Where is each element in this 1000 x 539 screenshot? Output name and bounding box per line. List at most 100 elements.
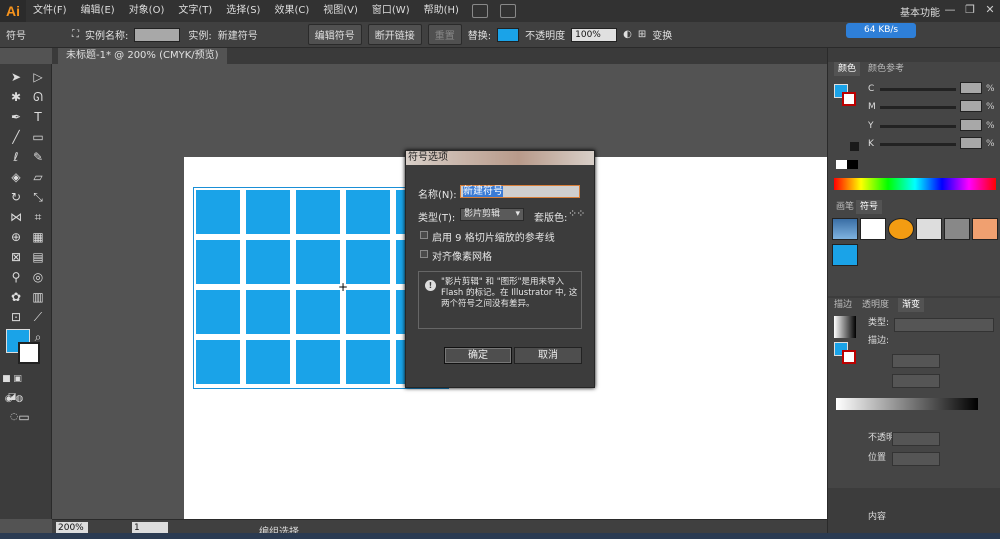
black-slider[interactable] [880, 143, 956, 146]
perspective-grid-tool-icon[interactable]: ▦ [28, 228, 48, 246]
pencil-tool-icon[interactable]: ✎ [28, 148, 48, 166]
column-graph-tool-icon[interactable]: ▥ [28, 288, 48, 306]
cyan-slider[interactable] [880, 88, 956, 91]
cyan-field[interactable] [960, 82, 982, 94]
none-white-black-swatches[interactable] [836, 160, 858, 169]
color-spectrum[interactable] [834, 178, 996, 190]
menu-view[interactable]: 视图(V) [316, 0, 365, 22]
eraser-tool-icon[interactable]: ▱ [28, 168, 48, 186]
gradient-opacity-field[interactable] [892, 432, 940, 446]
menu-file[interactable]: 文件(F) [26, 0, 74, 22]
magic-wand-tool-icon[interactable]: ✱ [6, 88, 26, 106]
opacity-label[interactable]: 不透明度 [525, 27, 565, 42]
color-mode-icons[interactable]: ■ ▣ ◪ [2, 370, 22, 402]
magenta-slider[interactable] [880, 106, 956, 109]
tab-transparency[interactable]: 透明度 [858, 298, 893, 312]
menu-help[interactable]: 帮助(H) [417, 0, 466, 22]
pen-tool-icon[interactable]: ✒ [6, 108, 26, 126]
type-tool-icon[interactable]: T [28, 108, 48, 126]
slice-tool-icon[interactable]: ⟋ [28, 308, 48, 326]
artboard-tool-icon[interactable]: ⊡ [6, 308, 26, 326]
tab-color[interactable]: 颜色 [834, 62, 861, 76]
registration-grid-icon[interactable]: ⁘⁘ [568, 207, 585, 220]
direct-selection-tool-icon[interactable]: ▷ [28, 68, 48, 86]
black-field[interactable] [960, 137, 982, 149]
restore-icon[interactable]: ❐ [960, 0, 980, 20]
gradient-aspect-field[interactable] [892, 374, 940, 388]
paintbrush-tool-icon[interactable]: ℓ [6, 148, 26, 166]
lasso-tool-icon[interactable]: ᘏ [28, 88, 48, 106]
mesh-tool-icon[interactable]: ⊠ [6, 248, 26, 266]
reset-button[interactable]: 重置 [427, 24, 462, 45]
menu-type[interactable]: 文字(T) [171, 0, 219, 22]
menu-object[interactable]: 对象(O) [122, 0, 172, 22]
panel-stroke-swatch[interactable] [842, 92, 856, 106]
line-tool-icon[interactable]: ╱ [6, 128, 26, 146]
symbol-thumb-1[interactable] [832, 218, 858, 240]
screen-mode-icon[interactable]: ▭ [14, 408, 34, 426]
symbol-thumb-2[interactable] [860, 218, 886, 240]
recolor-icon[interactable]: ◐ [623, 29, 632, 40]
symbol-name-input[interactable]: 新建符号 [460, 185, 580, 198]
instance-value: 新建符号 [217, 31, 258, 42]
gradient-type-select[interactable] [894, 318, 994, 332]
shape-builder-tool-icon[interactable]: ⊕ [6, 228, 26, 246]
menu-edit[interactable]: 编辑(E) [74, 0, 122, 22]
break-link-button[interactable]: 断开链接 [367, 24, 422, 45]
blob-brush-tool-icon[interactable]: ◈ [6, 168, 26, 186]
symbol-thumb-6[interactable] [972, 218, 998, 240]
align-icon[interactable]: ⊞ [638, 29, 646, 40]
replace-symbol-dropdown[interactable] [497, 27, 520, 42]
eyedropper-tool-icon[interactable]: ⚲ [6, 268, 26, 286]
tab-gradient[interactable]: 渐变 [898, 298, 925, 312]
symbol-type-select[interactable]: 影片剪辑 ▾ [460, 208, 524, 221]
tab-color-guide[interactable]: 颜色参考 [864, 62, 908, 76]
tab-brushes[interactable]: 画笔 [832, 200, 858, 214]
last-color-swatch[interactable] [850, 142, 859, 151]
stroke-swatch[interactable] [18, 342, 40, 364]
arrange-documents-icon[interactable] [499, 4, 516, 18]
symbol-sprayer-tool-icon[interactable]: ✿ [6, 288, 26, 306]
gradient-tool-icon[interactable]: ▤ [28, 248, 48, 266]
document-tab[interactable]: 未标题-1* @ 200% (CMYK/预览) [58, 48, 227, 64]
workspace-switcher[interactable]: 基本功能 [900, 4, 940, 19]
yellow-field[interactable] [960, 119, 982, 131]
tab-symbols[interactable]: 符号 [856, 200, 883, 214]
instance-name-field[interactable] [134, 27, 181, 42]
minimize-icon[interactable]: — [940, 0, 960, 20]
pixel-grid-checkbox[interactable] [420, 250, 428, 258]
instance-name-label: 实例名称: [85, 31, 129, 42]
menu-select[interactable]: 选择(S) [219, 0, 267, 22]
symbol-thumb-4[interactable] [916, 218, 942, 240]
gradient-preview[interactable] [834, 316, 856, 338]
menu-effect[interactable]: 效果(C) [267, 0, 316, 22]
selection-tool-icon[interactable]: ➤ [6, 68, 26, 86]
ok-button[interactable]: 确定 [444, 347, 512, 364]
nine-slice-checkbox[interactable] [420, 231, 428, 239]
blend-tool-icon[interactable]: ◎ [28, 268, 48, 286]
magenta-field[interactable] [960, 100, 982, 112]
gradient-location-field[interactable] [892, 452, 940, 466]
cancel-button[interactable]: 取消 [514, 347, 582, 364]
gradient-slider[interactable] [836, 398, 978, 410]
symbol-thumb-new[interactable] [832, 244, 858, 266]
free-transform-tool-icon[interactable]: ⌗ [28, 208, 48, 226]
edit-symbol-button[interactable]: 编辑符号 [307, 24, 362, 45]
rectangle-tool-icon[interactable]: ▭ [28, 128, 48, 146]
gradient-stroke-swatch[interactable] [842, 350, 856, 364]
gradient-angle-field[interactable] [892, 354, 940, 368]
yellow-slider[interactable] [880, 125, 956, 128]
scale-tool-icon[interactable]: ⤡ [28, 188, 48, 206]
draw-mode-icons[interactable]: ◉ ◍ ◌ [4, 390, 24, 422]
symbol-thumb-5[interactable] [944, 218, 970, 240]
transform-link[interactable]: 变换 [652, 27, 672, 42]
width-tool-icon[interactable]: ⋈ [6, 208, 26, 226]
menu-window[interactable]: 窗口(W) [365, 0, 417, 22]
bridge-icon[interactable] [471, 4, 488, 18]
tab-stroke[interactable]: 描边 [830, 298, 856, 312]
replace-label: 替换: [467, 31, 492, 42]
symbol-thumb-3[interactable] [888, 218, 914, 240]
close-icon[interactable]: ✕ [980, 0, 1000, 20]
opacity-field[interactable]: 100% [571, 27, 618, 42]
rotate-tool-icon[interactable]: ↻ [6, 188, 26, 206]
